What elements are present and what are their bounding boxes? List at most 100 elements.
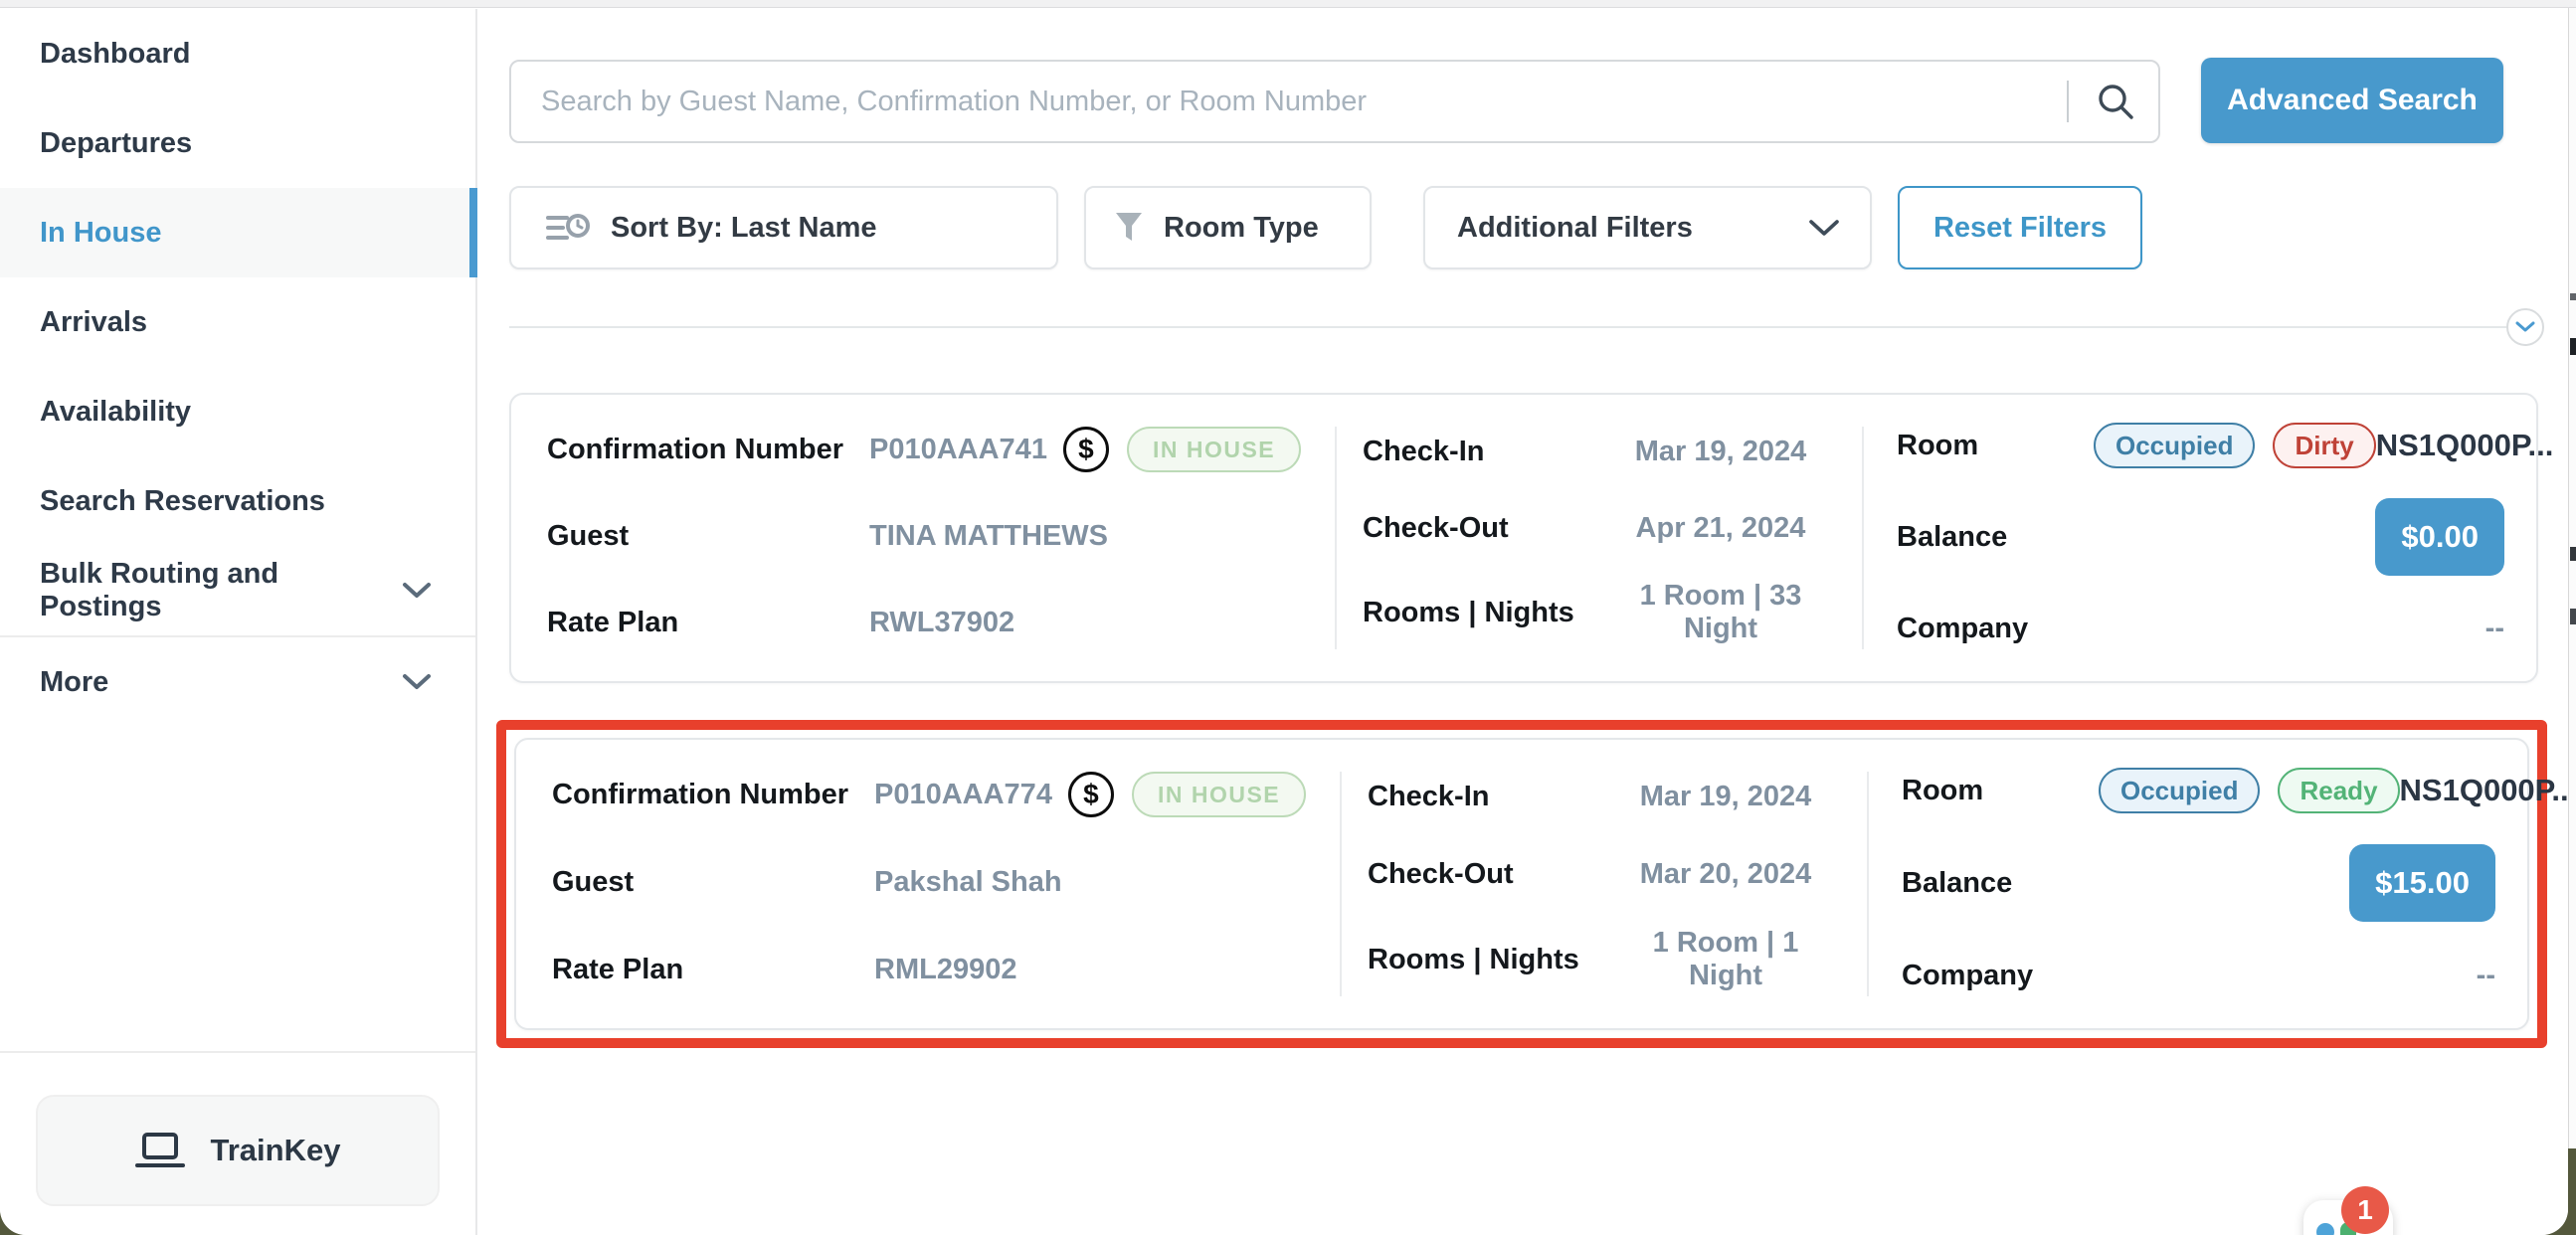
additional-filters-button[interactable]: Additional Filters bbox=[1423, 186, 1872, 269]
rate-plan-label: Rate Plan bbox=[552, 954, 874, 986]
company-label: Company bbox=[1897, 613, 2036, 645]
confirmation-label: Confirmation Number bbox=[547, 434, 869, 466]
additional-filters-label: Additional Filters bbox=[1457, 212, 1693, 245]
company-label: Company bbox=[1902, 960, 2041, 992]
sidebar-item-label: Dashboard bbox=[40, 38, 190, 71]
status-badge: IN HOUSE bbox=[1127, 427, 1301, 472]
rate-plan-label: Rate Plan bbox=[547, 607, 869, 639]
sidebar-item-more[interactable]: More bbox=[0, 637, 475, 727]
sidebar-item-label: Arrivals bbox=[40, 306, 147, 339]
sidebar-item-dashboard[interactable]: Dashboard bbox=[0, 9, 475, 98]
sort-recent-icon bbox=[545, 211, 591, 245]
check-out-value: Mar 20, 2024 bbox=[1616, 858, 1835, 891]
rooms-nights-value: 1 Room | 1 Night bbox=[1616, 927, 1835, 992]
sidebar-item-arrivals[interactable]: Arrivals bbox=[0, 277, 475, 367]
trainkey-label: TrainKey bbox=[211, 1133, 341, 1168]
reservation-card-selected[interactable]: Confirmation Number P010AAA774 $ IN HOUS… bbox=[514, 738, 2529, 1030]
check-in-value: Mar 19, 2024 bbox=[1616, 781, 1835, 813]
card-column-divider bbox=[1862, 427, 1864, 649]
room-type-filter-button[interactable]: Room Type bbox=[1084, 186, 1372, 269]
sidebar-item-label: Departures bbox=[40, 127, 192, 160]
app-window: Dashboard Departures In House Arrivals A… bbox=[0, 0, 2568, 1235]
card-dates-column: Check-In Mar 19, 2024 Check-Out Mar 20, … bbox=[1368, 740, 1835, 1028]
window-top-strip bbox=[0, 0, 2576, 8]
advanced-search-button[interactable]: Advanced Search bbox=[2201, 58, 2503, 143]
balance-badge[interactable]: $0.00 bbox=[2375, 498, 2504, 576]
sort-by-label: Sort By: Last Name bbox=[611, 212, 877, 245]
confirmation-label: Confirmation Number bbox=[552, 779, 874, 811]
collapse-filters-chevron[interactable] bbox=[2506, 308, 2544, 346]
reset-filters-button[interactable]: Reset Filters bbox=[1898, 186, 2142, 269]
status-badge: IN HOUSE bbox=[1132, 772, 1306, 817]
check-in-label: Check-In bbox=[1368, 781, 1616, 813]
balance-label: Balance bbox=[1902, 867, 2041, 900]
chevron-down-icon bbox=[402, 582, 432, 600]
folio-dollar-icon[interactable]: $ bbox=[1063, 427, 1109, 472]
occupied-badge: Occupied bbox=[2094, 423, 2255, 468]
notification-badge: 1 bbox=[2341, 1186, 2389, 1234]
guest-value: TINA MATTHEWS bbox=[869, 520, 1108, 553]
filter-row: Sort By: Last Name Room Type Additional … bbox=[509, 186, 2538, 269]
search-box bbox=[509, 60, 2160, 143]
sidebar-item-label: Availability bbox=[40, 396, 191, 429]
company-value: -- bbox=[2477, 960, 2495, 992]
card-dates-column: Check-In Mar 19, 2024 Check-Out Apr 21, … bbox=[1363, 395, 1830, 681]
funnel-icon bbox=[1114, 212, 1144, 244]
check-in-label: Check-In bbox=[1363, 436, 1611, 468]
sidebar-item-label: In House bbox=[40, 217, 161, 250]
rate-plan-value: RML29902 bbox=[874, 954, 1016, 986]
search-icon[interactable] bbox=[2091, 77, 2140, 126]
sidebar-footer: TrainKey bbox=[0, 1051, 475, 1206]
trainkey-button[interactable]: TrainKey bbox=[36, 1095, 440, 1206]
occupied-badge: Occupied bbox=[2099, 768, 2260, 813]
card-guest-column: Confirmation Number P010AAA774 $ IN HOUS… bbox=[552, 740, 1338, 1028]
sort-by-button[interactable]: Sort By: Last Name bbox=[509, 186, 1058, 269]
guest-label: Guest bbox=[552, 866, 874, 899]
sidebar-item-search-reservations[interactable]: Search Reservations bbox=[0, 456, 475, 546]
confirmation-value: P010AAA774 bbox=[874, 779, 1052, 811]
sidebar: Dashboard Departures In House Arrivals A… bbox=[0, 9, 477, 1235]
balance-badge[interactable]: $15.00 bbox=[2349, 844, 2495, 922]
section-divider bbox=[509, 326, 2506, 328]
sidebar-item-label: Bulk Routing and Postings bbox=[40, 558, 402, 623]
sidebar-item-departures[interactable]: Departures bbox=[0, 98, 475, 188]
confirmation-value: P010AAA741 bbox=[869, 434, 1047, 466]
sidebar-item-in-house[interactable]: In House bbox=[0, 188, 475, 277]
card-room-column: Room Occupied Dirty NS1Q000P... Balance … bbox=[1897, 395, 2504, 681]
selection-highlight-border: Confirmation Number P010AAA774 $ IN HOUS… bbox=[496, 720, 2547, 1048]
ready-badge: Ready bbox=[2278, 768, 2399, 813]
card-column-divider bbox=[1340, 772, 1342, 996]
room-number: NS1Q000P... bbox=[2376, 428, 2554, 463]
main-content: Advanced Search Sort By: Last Name Room … bbox=[479, 9, 2568, 1235]
search-divider bbox=[2067, 81, 2069, 122]
dirty-badge: Dirty bbox=[2273, 423, 2375, 468]
rate-plan-value: RWL37902 bbox=[869, 607, 1014, 639]
sidebar-item-bulk-routing[interactable]: Bulk Routing and Postings bbox=[0, 546, 475, 635]
reservation-card[interactable]: Confirmation Number P010AAA741 $ IN HOUS… bbox=[509, 393, 2538, 683]
guest-label: Guest bbox=[547, 520, 869, 553]
rooms-nights-label: Rooms | Nights bbox=[1363, 597, 1611, 629]
sidebar-item-label: More bbox=[40, 666, 108, 699]
folio-dollar-icon[interactable]: $ bbox=[1068, 772, 1114, 817]
check-out-label: Check-Out bbox=[1363, 512, 1611, 545]
guest-value: Pakshal Shah bbox=[874, 866, 1062, 899]
chevron-down-icon bbox=[1808, 219, 1840, 238]
sidebar-item-availability[interactable]: Availability bbox=[0, 367, 475, 456]
check-in-value: Mar 19, 2024 bbox=[1611, 436, 1830, 468]
clipped-window-edge bbox=[2568, 0, 2576, 1148]
room-label: Room bbox=[1902, 775, 2041, 807]
balance-label: Balance bbox=[1897, 521, 2036, 554]
chevron-down-icon bbox=[402, 673, 432, 691]
search-input[interactable] bbox=[511, 62, 2067, 141]
room-number: NS1Q000P... bbox=[2400, 773, 2568, 808]
check-out-value: Apr 21, 2024 bbox=[1611, 512, 1830, 545]
room-type-label: Room Type bbox=[1164, 212, 1319, 245]
card-column-divider bbox=[1867, 772, 1869, 996]
card-room-column: Room Occupied Ready NS1Q000P... Balance … bbox=[1902, 740, 2495, 1028]
card-guest-column: Confirmation Number P010AAA741 $ IN HOUS… bbox=[547, 395, 1333, 681]
room-label: Room bbox=[1897, 430, 2036, 462]
card-column-divider bbox=[1335, 427, 1337, 649]
room-status-pills: Occupied Ready bbox=[2099, 768, 2400, 813]
company-value: -- bbox=[2485, 613, 2504, 645]
rooms-nights-value: 1 Room | 33 Night bbox=[1611, 580, 1830, 645]
